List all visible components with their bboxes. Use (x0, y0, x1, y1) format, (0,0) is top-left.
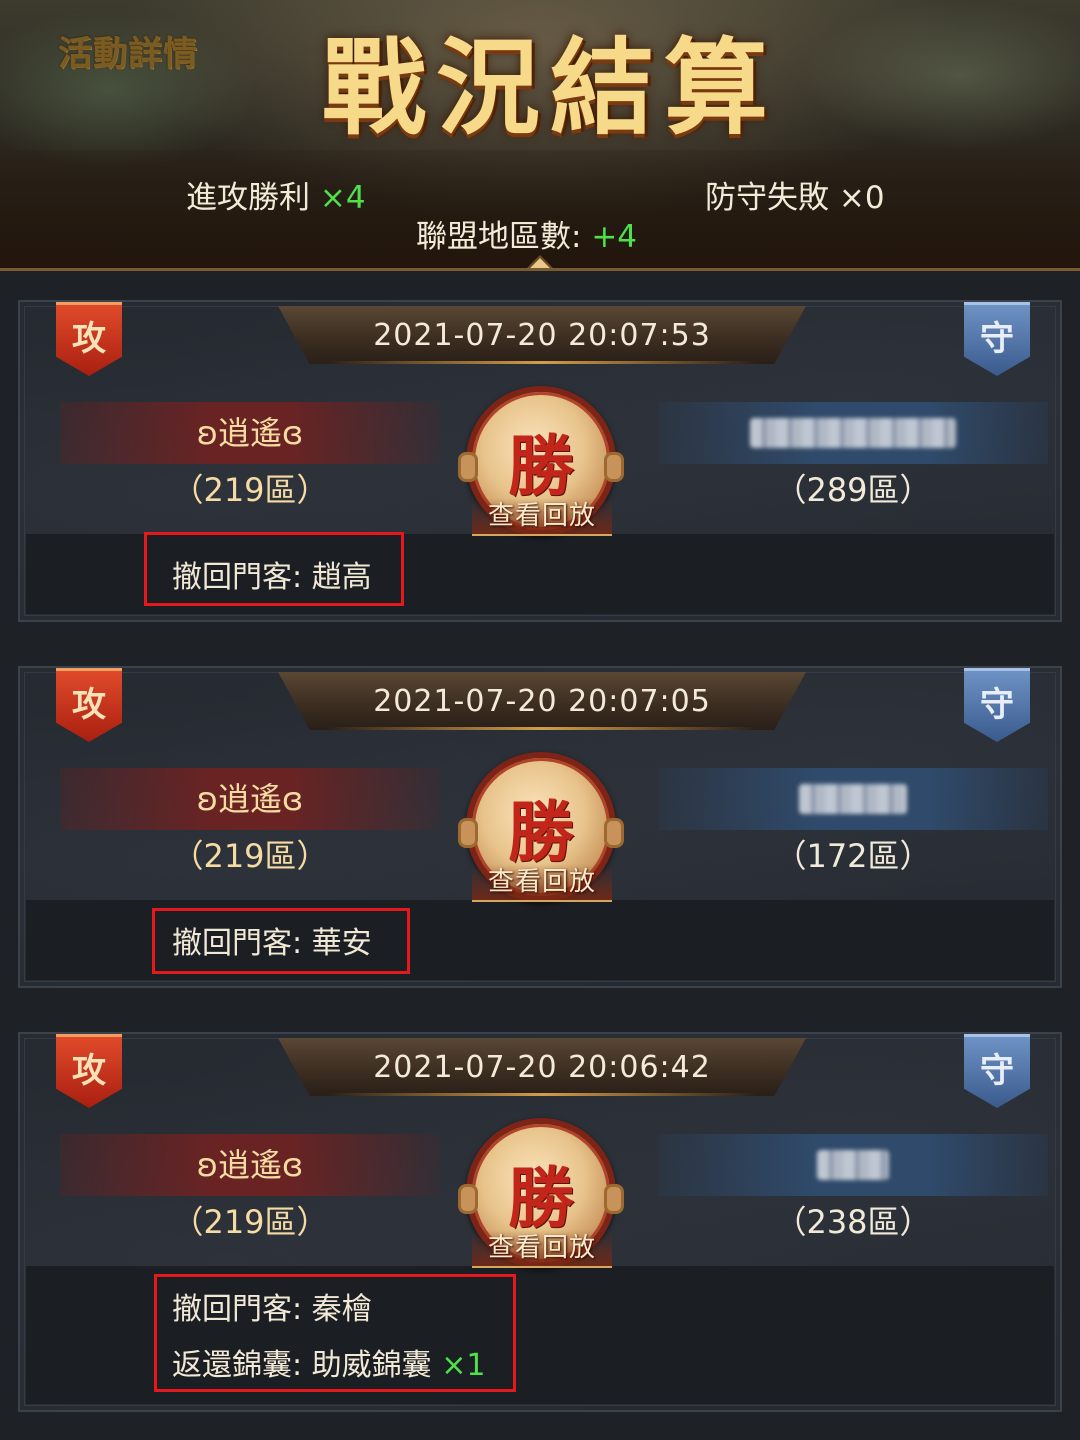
highlight-box (154, 1274, 516, 1392)
battle-summary-header: 活動詳情 戰況結算 進攻勝利 ×4 防守失敗 ×0 聯盟地區數: +4 (0, 0, 1080, 271)
defender-name-blurred (658, 768, 1048, 830)
page-title: 戰況結算 (321, 26, 778, 149)
battle-record-card: 攻 2021-07-20 20:07:05 守 ʚ逍遙ɞ （219區） （172… (18, 666, 1062, 988)
defender-zone: （172區） (774, 837, 932, 875)
highlight-box (144, 532, 404, 606)
defend-fail-count: ×0 (838, 180, 885, 216)
view-replay-button[interactable]: 查看回放 (472, 1230, 612, 1268)
defend-badge-icon: 守 (964, 302, 1030, 376)
view-replay-button[interactable]: 查看回放 (472, 864, 612, 902)
battle-time: 2021-07-20 20:07:05 (278, 672, 806, 730)
battle-record-card: 攻 2021-07-20 20:07:53 守 ʚ逍遙ɞ （219區） （289… (18, 300, 1062, 622)
battle-time: 2021-07-20 20:07:53 (278, 306, 806, 364)
attacker-zone: （219區） (171, 471, 329, 509)
attacker-zone: （219區） (171, 837, 329, 875)
event-details-link[interactable]: 活動詳情 (58, 26, 198, 75)
alliance-regions-value: +4 (591, 219, 638, 255)
alliance-regions-stat: 聯盟地區數: +4 (416, 211, 637, 256)
defender-name-blurred (658, 1134, 1048, 1196)
attack-badge-icon: 攻 (56, 668, 122, 742)
attack-win-count: ×4 (319, 180, 366, 216)
background-mist (800, 0, 1080, 150)
attack-badge-icon: 攻 (56, 302, 122, 376)
attacker-name: ʚ逍遙ɞ (196, 1146, 304, 1184)
highlight-box (152, 908, 410, 974)
defend-badge-icon: 守 (964, 1034, 1030, 1108)
attack-win-label: 進攻勝利 (186, 180, 310, 216)
attack-win-stat: 進攻勝利 ×4 (186, 172, 366, 217)
defender-zone: （238區） (774, 1203, 932, 1241)
defend-fail-stat: 防守失敗 ×0 (705, 172, 885, 217)
attacker-zone: （219區） (171, 1203, 329, 1241)
attacker-name: ʚ逍遙ɞ (196, 414, 304, 452)
defender-name-blurred (658, 402, 1048, 464)
defend-fail-label: 防守失敗 (705, 180, 829, 216)
defend-badge-icon: 守 (964, 668, 1030, 742)
view-replay-button[interactable]: 查看回放 (472, 498, 612, 536)
alliance-regions-label: 聯盟地區數: (416, 219, 582, 255)
defender-zone: （289區） (774, 471, 932, 509)
battle-record-card: 攻 2021-07-20 20:06:42 守 ʚ逍遙ɞ （219區） （238… (18, 1032, 1062, 1412)
battle-time: 2021-07-20 20:06:42 (278, 1038, 806, 1096)
attack-badge-icon: 攻 (56, 1034, 122, 1108)
attacker-name: ʚ逍遙ɞ (196, 780, 304, 818)
